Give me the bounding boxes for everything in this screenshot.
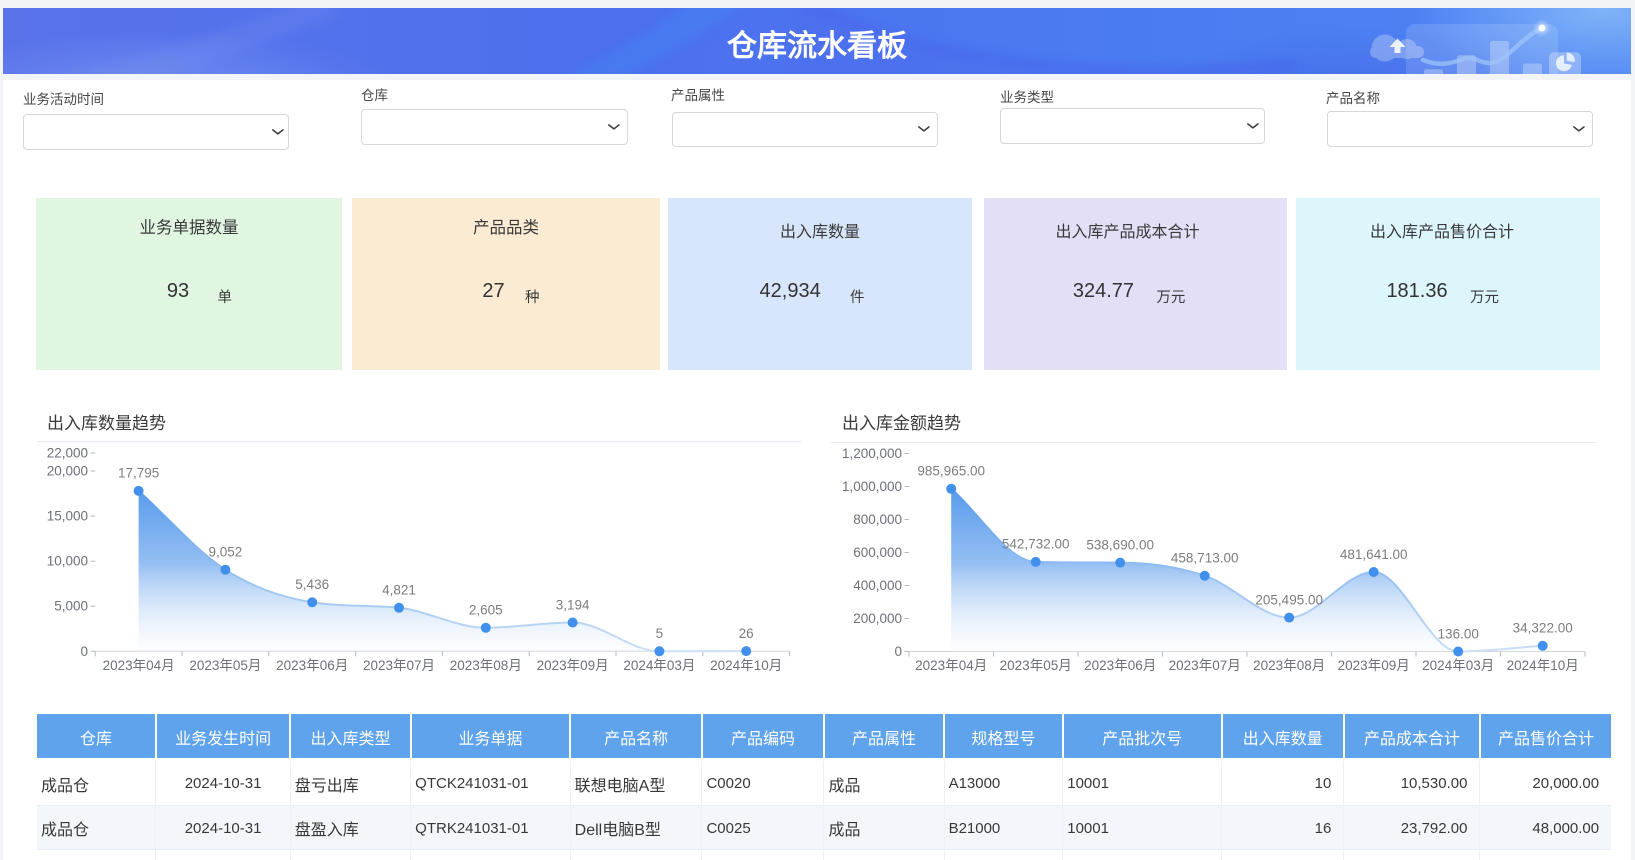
svg-text:200,000: 200,000	[853, 611, 902, 626]
svg-text:2023年06月: 2023年06月	[276, 658, 348, 673]
svg-text:481,641.00: 481,641.00	[1340, 547, 1408, 562]
svg-text:26: 26	[739, 626, 754, 641]
svg-text:985,965.00: 985,965.00	[917, 464, 985, 479]
svg-text:0: 0	[80, 644, 88, 659]
svg-text:2023年06月: 2023年06月	[1084, 658, 1156, 673]
svg-text:0: 0	[894, 644, 902, 659]
svg-text:205,495.00: 205,495.00	[1255, 592, 1323, 607]
svg-text:5,000: 5,000	[54, 599, 88, 614]
svg-text:2,605: 2,605	[469, 603, 503, 618]
svg-text:2023年04月: 2023年04月	[915, 658, 987, 673]
svg-text:3,194: 3,194	[556, 597, 590, 612]
svg-text:4,821: 4,821	[382, 583, 416, 598]
svg-text:2024年10月: 2024年10月	[710, 658, 782, 673]
svg-text:400,000: 400,000	[853, 578, 902, 593]
svg-text:2023年04月: 2023年04月	[103, 658, 175, 673]
svg-text:2023年09月: 2023年09月	[1338, 658, 1410, 673]
svg-text:2023年07月: 2023年07月	[363, 658, 435, 673]
svg-text:34,322.00: 34,322.00	[1513, 621, 1573, 636]
svg-text:1,200,000: 1,200,000	[842, 446, 902, 461]
svg-text:136.00: 136.00	[1438, 626, 1479, 641]
svg-text:22,000: 22,000	[47, 446, 88, 461]
svg-text:1,000,000: 1,000,000	[842, 479, 902, 494]
svg-text:2023年07月: 2023年07月	[1169, 658, 1241, 673]
svg-text:15,000: 15,000	[47, 509, 88, 524]
svg-text:2024年03月: 2024年03月	[1422, 658, 1494, 673]
svg-text:5,436: 5,436	[295, 577, 329, 592]
svg-text:542,732.00: 542,732.00	[1002, 537, 1070, 552]
svg-text:20,000: 20,000	[47, 464, 88, 479]
svg-text:2023年05月: 2023年05月	[1000, 658, 1072, 673]
svg-text:458,713.00: 458,713.00	[1171, 551, 1239, 566]
svg-text:2023年05月: 2023年05月	[189, 658, 261, 673]
svg-text:10,000: 10,000	[47, 554, 88, 569]
svg-text:2024年10月: 2024年10月	[1507, 658, 1579, 673]
svg-text:2023年08月: 2023年08月	[450, 658, 522, 673]
svg-text:9,052: 9,052	[209, 545, 243, 560]
svg-text:600,000: 600,000	[853, 545, 902, 560]
svg-text:2023年08月: 2023年08月	[1253, 658, 1325, 673]
svg-text:800,000: 800,000	[853, 512, 902, 527]
svg-text:538,690.00: 538,690.00	[1086, 537, 1154, 552]
svg-text:17,795: 17,795	[118, 466, 159, 481]
svg-text:2023年09月: 2023年09月	[537, 658, 609, 673]
svg-text:5: 5	[656, 626, 664, 641]
svg-text:2024年03月: 2024年03月	[623, 658, 695, 673]
